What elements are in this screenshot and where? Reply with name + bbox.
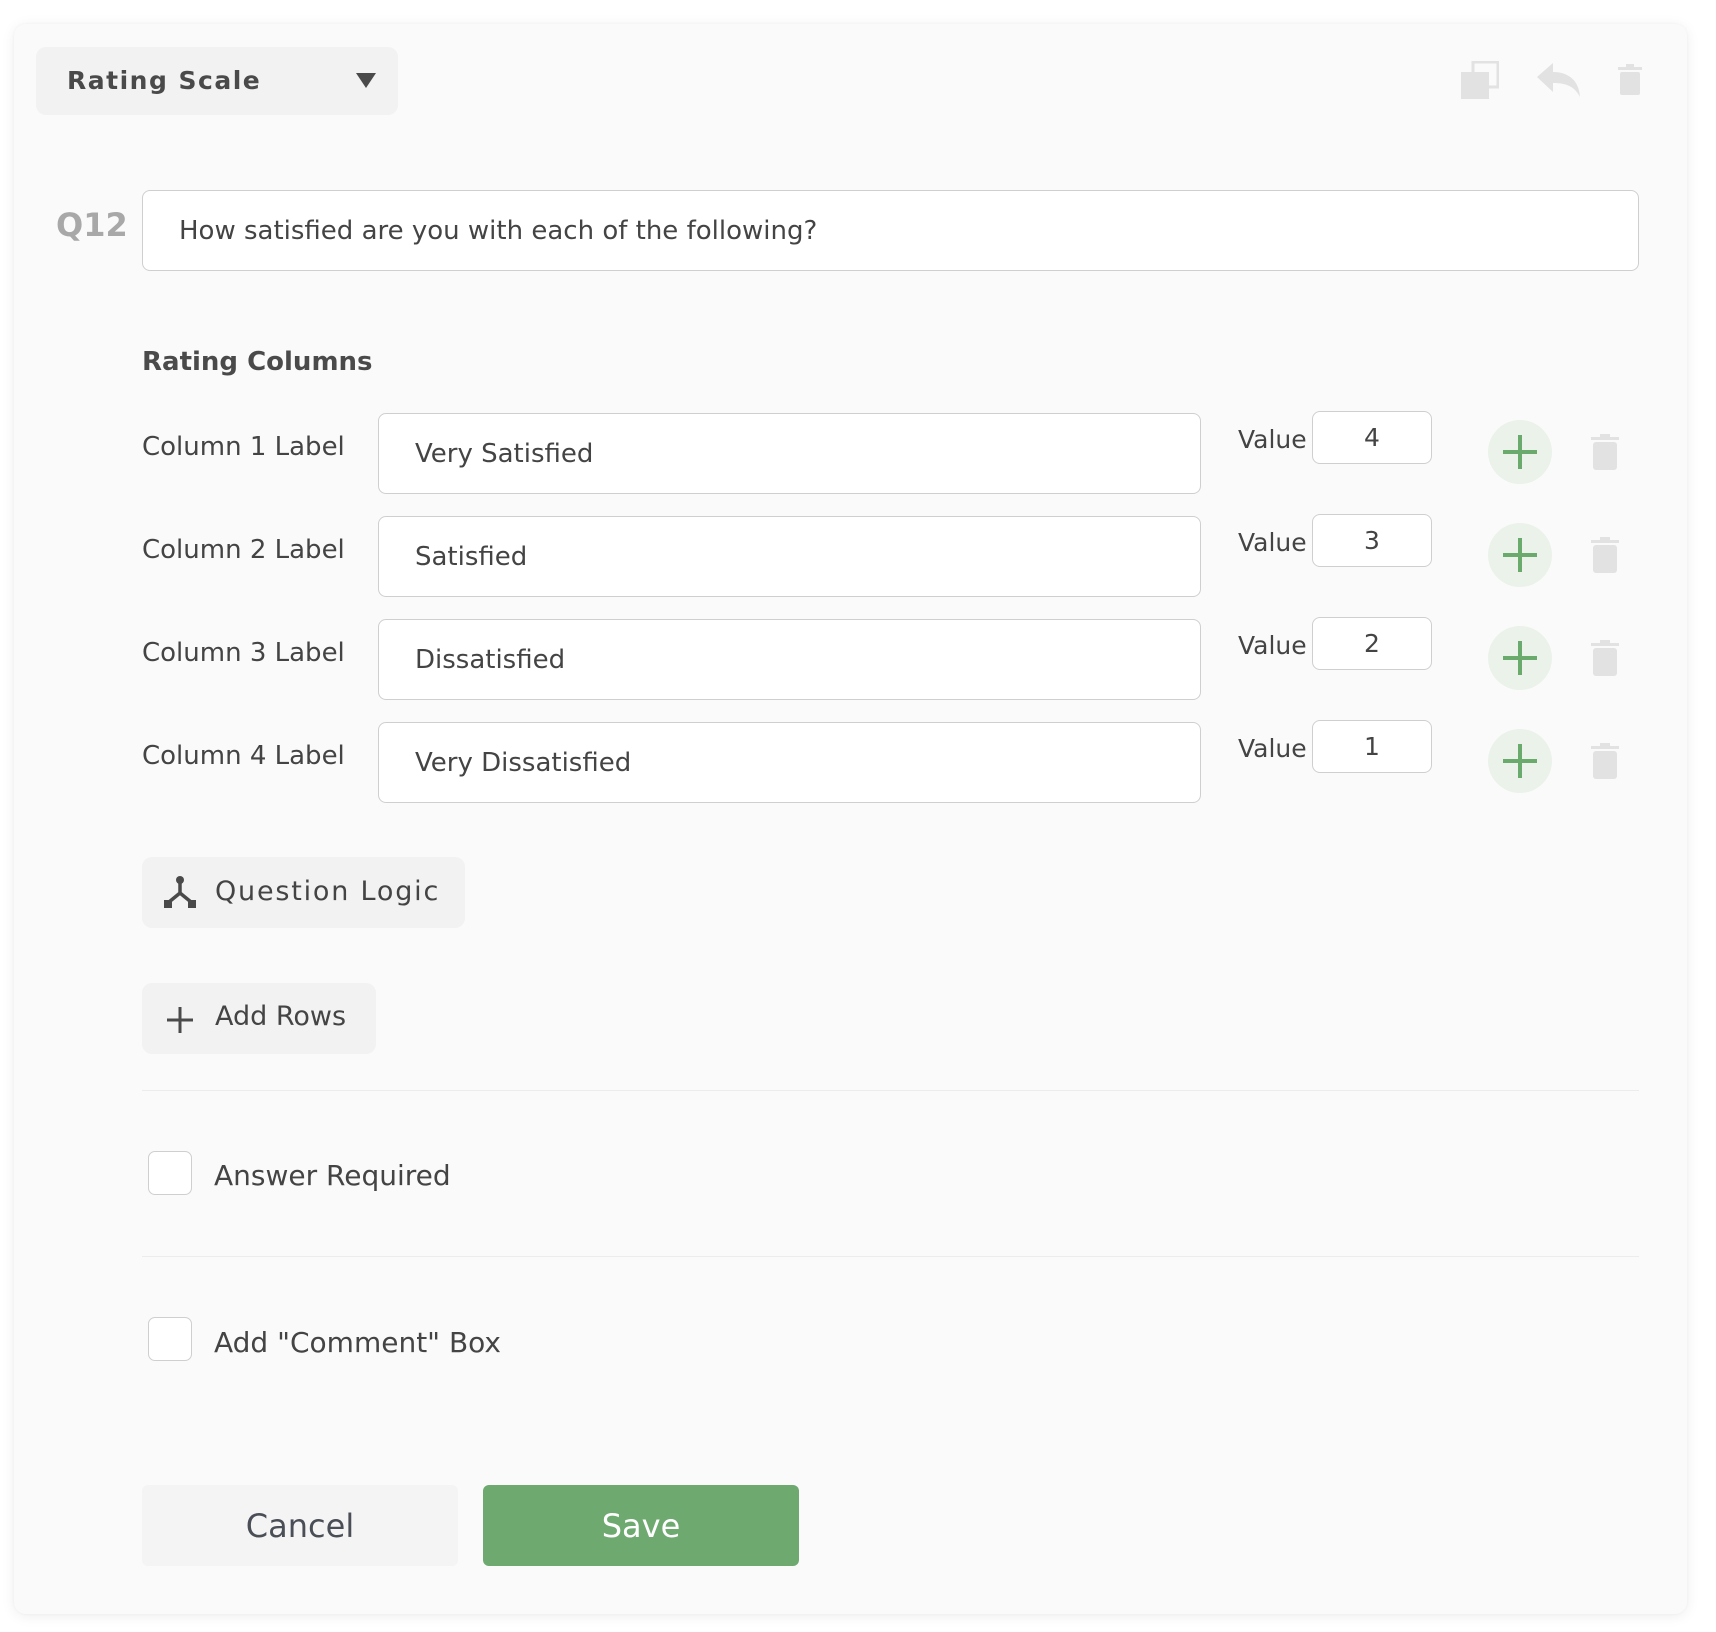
- comment-box-label: Add "Comment" Box: [214, 1326, 501, 1359]
- question-type-label: Rating Scale: [67, 66, 262, 95]
- delete-column-3-trash-icon[interactable]: [1591, 640, 1619, 676]
- column-2-value-input[interactable]: [1312, 514, 1432, 567]
- question-text-input[interactable]: [142, 190, 1639, 271]
- delete-column-2-trash-icon[interactable]: [1591, 537, 1619, 573]
- add-rows-button[interactable]: Add Rows: [142, 983, 376, 1054]
- copy-icon[interactable]: [1461, 60, 1500, 99]
- cancel-label: Cancel: [245, 1507, 355, 1545]
- question-type-dropdown[interactable]: Rating Scale: [36, 47, 398, 115]
- delete-column-4-trash-icon[interactable]: [1591, 743, 1619, 779]
- rating-columns-title: Rating Columns: [142, 347, 373, 377]
- delete-column-1-trash-icon[interactable]: [1591, 434, 1619, 470]
- column-1-value-input[interactable]: [1312, 411, 1432, 464]
- add-column-after-4-button[interactable]: [1488, 729, 1552, 793]
- add-column-after-3-button[interactable]: [1488, 626, 1552, 690]
- column-4-value-label: Value: [1238, 734, 1307, 763]
- column-1-label: Column 1 Label: [142, 432, 345, 462]
- column-3-value-input[interactable]: [1312, 617, 1432, 670]
- dropdown-arrow-icon: [356, 73, 376, 88]
- question-logic-label: Question Logic: [215, 876, 441, 907]
- save-button[interactable]: Save: [483, 1485, 799, 1566]
- logic-branch-icon: [164, 876, 196, 908]
- divider: [142, 1090, 1639, 1091]
- add-column-after-1-button[interactable]: [1488, 420, 1552, 484]
- column-4-value-input[interactable]: [1312, 720, 1432, 773]
- answer-required-checkbox[interactable]: [148, 1151, 192, 1195]
- column-2-text-input[interactable]: [378, 516, 1201, 597]
- column-4-text-input[interactable]: [378, 722, 1201, 803]
- add-column-after-2-button[interactable]: [1488, 523, 1552, 587]
- column-1-value-label: Value: [1238, 425, 1307, 454]
- column-4-label: Column 4 Label: [142, 741, 345, 771]
- save-label: Save: [601, 1507, 681, 1545]
- column-1-text-input[interactable]: [378, 413, 1201, 494]
- column-2-value-label: Value: [1238, 528, 1307, 557]
- add-rows-label: Add Rows: [215, 1001, 347, 1032]
- cancel-button[interactable]: Cancel: [142, 1485, 458, 1566]
- question-number: Q12: [56, 206, 128, 244]
- question-logic-button[interactable]: Question Logic: [142, 857, 465, 928]
- answer-required-label: Answer Required: [214, 1159, 451, 1192]
- plus-icon: [167, 1007, 193, 1033]
- column-3-value-label: Value: [1238, 631, 1307, 660]
- column-3-label: Column 3 Label: [142, 638, 345, 668]
- comment-box-checkbox[interactable]: [148, 1317, 192, 1361]
- delete-question-trash-icon[interactable]: [1618, 64, 1642, 95]
- divider: [142, 1256, 1639, 1257]
- reply-icon[interactable]: [1537, 63, 1581, 97]
- column-2-label: Column 2 Label: [142, 535, 345, 565]
- column-3-text-input[interactable]: [378, 619, 1201, 700]
